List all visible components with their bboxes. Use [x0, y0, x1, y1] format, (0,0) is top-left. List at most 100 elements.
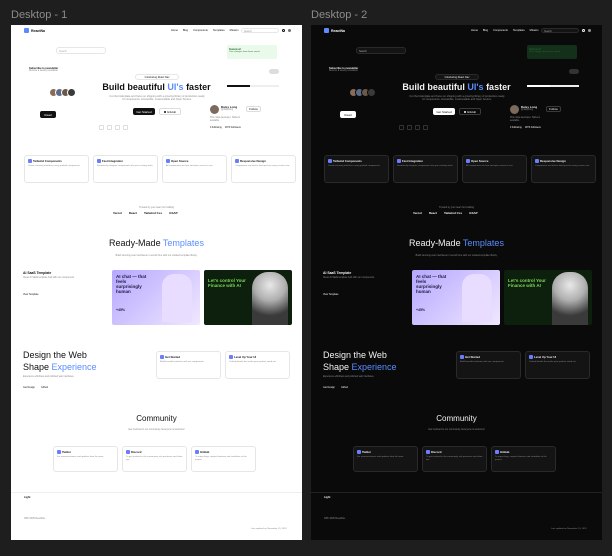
design-card-icon [460, 355, 464, 359]
site-logo[interactable]: ReactNa [24, 28, 45, 33]
feature-card[interactable]: Open Source All components are free and o… [162, 155, 227, 183]
template-preview-finance[interactable]: Let's control Your Finance with AI [204, 270, 292, 325]
toast-text: Your changes have been saved [529, 51, 560, 53]
feature-card[interactable]: Responsive Design Components are built to… [531, 155, 596, 183]
search-widget-input[interactable]: Search [56, 47, 106, 54]
preview1-stat: +45% [116, 308, 126, 312]
profile-followers: 287K Followers [525, 127, 541, 129]
nav-home[interactable]: Home [471, 29, 478, 32]
nav-blog[interactable]: Blog [483, 29, 488, 32]
desktop-frame-light: ReactNa Home Blog Components Templates M… [11, 25, 302, 540]
templates-subtitle: Build stunning user interfaces in record… [115, 254, 198, 257]
design-card[interactable]: Level Up Your UI Crafted details that mak… [525, 351, 590, 379]
feature-card[interactable]: Responsive Design Components are built to… [231, 155, 296, 183]
design-github-button[interactable]: Github [41, 386, 48, 389]
design-card-title: Get Started [465, 355, 481, 359]
pager-next[interactable] [123, 125, 128, 130]
preview1-heading: AI chat — that feels surprisingly human [416, 274, 447, 294]
vercel-logo: Vercel [113, 211, 122, 215]
get-started-button[interactable]: Get Started [433, 108, 455, 115]
feature-card[interactable]: Fast Integration Seamlessly integrate com… [393, 155, 458, 183]
nav-blog[interactable]: Blog [183, 29, 188, 32]
react-logo: React [428, 211, 438, 215]
templates-heading: Ready-Made Templates [409, 238, 504, 248]
theme-toggle-icon[interactable] [288, 29, 291, 32]
community-card-title: GitHub [500, 450, 510, 454]
design-subtitle: Experience effortless and polished web i… [323, 376, 375, 378]
feature-text: Seamlessly integrate components into you… [97, 165, 154, 167]
github-button[interactable]: GitHub [159, 108, 181, 115]
design-title-line2: Shape Experience [23, 362, 97, 372]
design-title-line2: Shape Experience [323, 362, 397, 372]
tailwind-logo: Tailwind Css [444, 211, 463, 215]
footer-logo[interactable]: Light [324, 496, 330, 499]
community-card[interactable]: Twitter For announcements and updates fro… [53, 446, 118, 472]
github-icon[interactable] [582, 29, 585, 32]
pager-prev[interactable] [99, 125, 104, 130]
search-input[interactable]: Search [541, 28, 579, 33]
site-logo[interactable]: ReactNa [324, 28, 345, 33]
feature-text: All components are free and open source … [466, 165, 514, 167]
nav-templates[interactable]: Templates [513, 29, 525, 32]
nav-mission[interactable]: Mission [530, 29, 539, 32]
template-text: Clean AI SaaS template built with our co… [323, 277, 375, 279]
theme-toggle-icon[interactable] [588, 29, 591, 32]
feature-title: Tailwind Components [33, 159, 62, 163]
profile-handle: @daisylong [221, 109, 234, 111]
pager-1[interactable] [407, 125, 412, 130]
feature-card[interactable]: Open Source All components are free and o… [462, 155, 527, 183]
community-subtitle: Get involved in our community. Everyone … [128, 428, 185, 431]
side-read-button[interactable]: Read [40, 111, 56, 118]
community-card[interactable]: GitHub To report bugs, request features a… [491, 446, 556, 472]
template-preview-ai-chat[interactable]: AI chat — that feels surprisingly human … [412, 270, 500, 325]
profile-avatar [510, 105, 519, 114]
footer-logo[interactable]: Light [24, 496, 30, 499]
frame-label-1[interactable]: Desktop - 1 [11, 9, 67, 21]
get-started-button[interactable]: Get Started [133, 108, 155, 115]
hero-badge[interactable]: Introducing React Nav [435, 74, 479, 80]
community-heading: Community [436, 414, 477, 423]
nav-mission[interactable]: Mission [230, 29, 239, 32]
design-card[interactable]: Get Started Build beautiful websites with… [456, 351, 521, 379]
search-input[interactable]: Search [241, 28, 279, 33]
view-template-link[interactable]: View Template [23, 293, 38, 296]
community-card[interactable]: Discord To get involved in the community,… [422, 446, 487, 472]
search-widget-input[interactable]: Search [356, 47, 406, 54]
nav-home[interactable]: Home [171, 29, 178, 32]
feature-card[interactable]: Tailwind Components Create stunning inter… [324, 155, 389, 183]
pager-1[interactable] [107, 125, 112, 130]
community-card[interactable]: GitHub To report bugs, request features a… [191, 446, 256, 472]
pager-2[interactable] [415, 125, 420, 130]
get-design-button[interactable]: Get Design [323, 386, 335, 389]
design-github-button[interactable]: Github [341, 386, 348, 389]
feature-card[interactable]: Fast Integration Seamlessly integrate com… [93, 155, 158, 183]
community-card-text: To get involved in the community, ask qu… [426, 456, 483, 461]
community-icon [126, 450, 130, 454]
profile-following: 0 Following [210, 127, 222, 129]
follow-button[interactable]: Follow [546, 106, 561, 112]
template-preview-finance[interactable]: Let's control Your Finance with AI [504, 270, 592, 325]
design-card[interactable]: Level Up Your UI Crafted details that mak… [225, 351, 290, 379]
design-card[interactable]: Get Started Build beautiful websites with… [156, 351, 221, 379]
nav-components[interactable]: Components [193, 29, 208, 32]
hero-badge[interactable]: Introducing React Nav [135, 74, 179, 80]
design-card-text: Crafted details that make your product s… [529, 361, 577, 363]
side-read-button[interactable]: Read [340, 111, 356, 118]
github-icon[interactable] [282, 29, 285, 32]
frame-label-2[interactable]: Desktop - 2 [311, 9, 367, 21]
toggle-switch[interactable] [569, 69, 579, 74]
pager-2[interactable] [115, 125, 120, 130]
feature-card[interactable]: Tailwind Components Create stunning inter… [24, 155, 89, 183]
toggle-switch[interactable] [269, 69, 279, 74]
pager-next[interactable] [423, 125, 428, 130]
nav-components[interactable]: Components [493, 29, 508, 32]
get-design-button[interactable]: Get Design [23, 386, 35, 389]
pager-prev[interactable] [399, 125, 404, 130]
github-button[interactable]: GitHub [459, 108, 481, 115]
nav-templates[interactable]: Templates [213, 29, 225, 32]
template-preview-ai-chat[interactable]: AI chat — that feels surprisingly human … [112, 270, 200, 325]
view-template-link[interactable]: View Template [323, 293, 338, 296]
follow-button[interactable]: Follow [246, 106, 261, 112]
community-card[interactable]: Twitter For announcements and updates fro… [353, 446, 418, 472]
community-card[interactable]: Discord To get involved in the community,… [122, 446, 187, 472]
